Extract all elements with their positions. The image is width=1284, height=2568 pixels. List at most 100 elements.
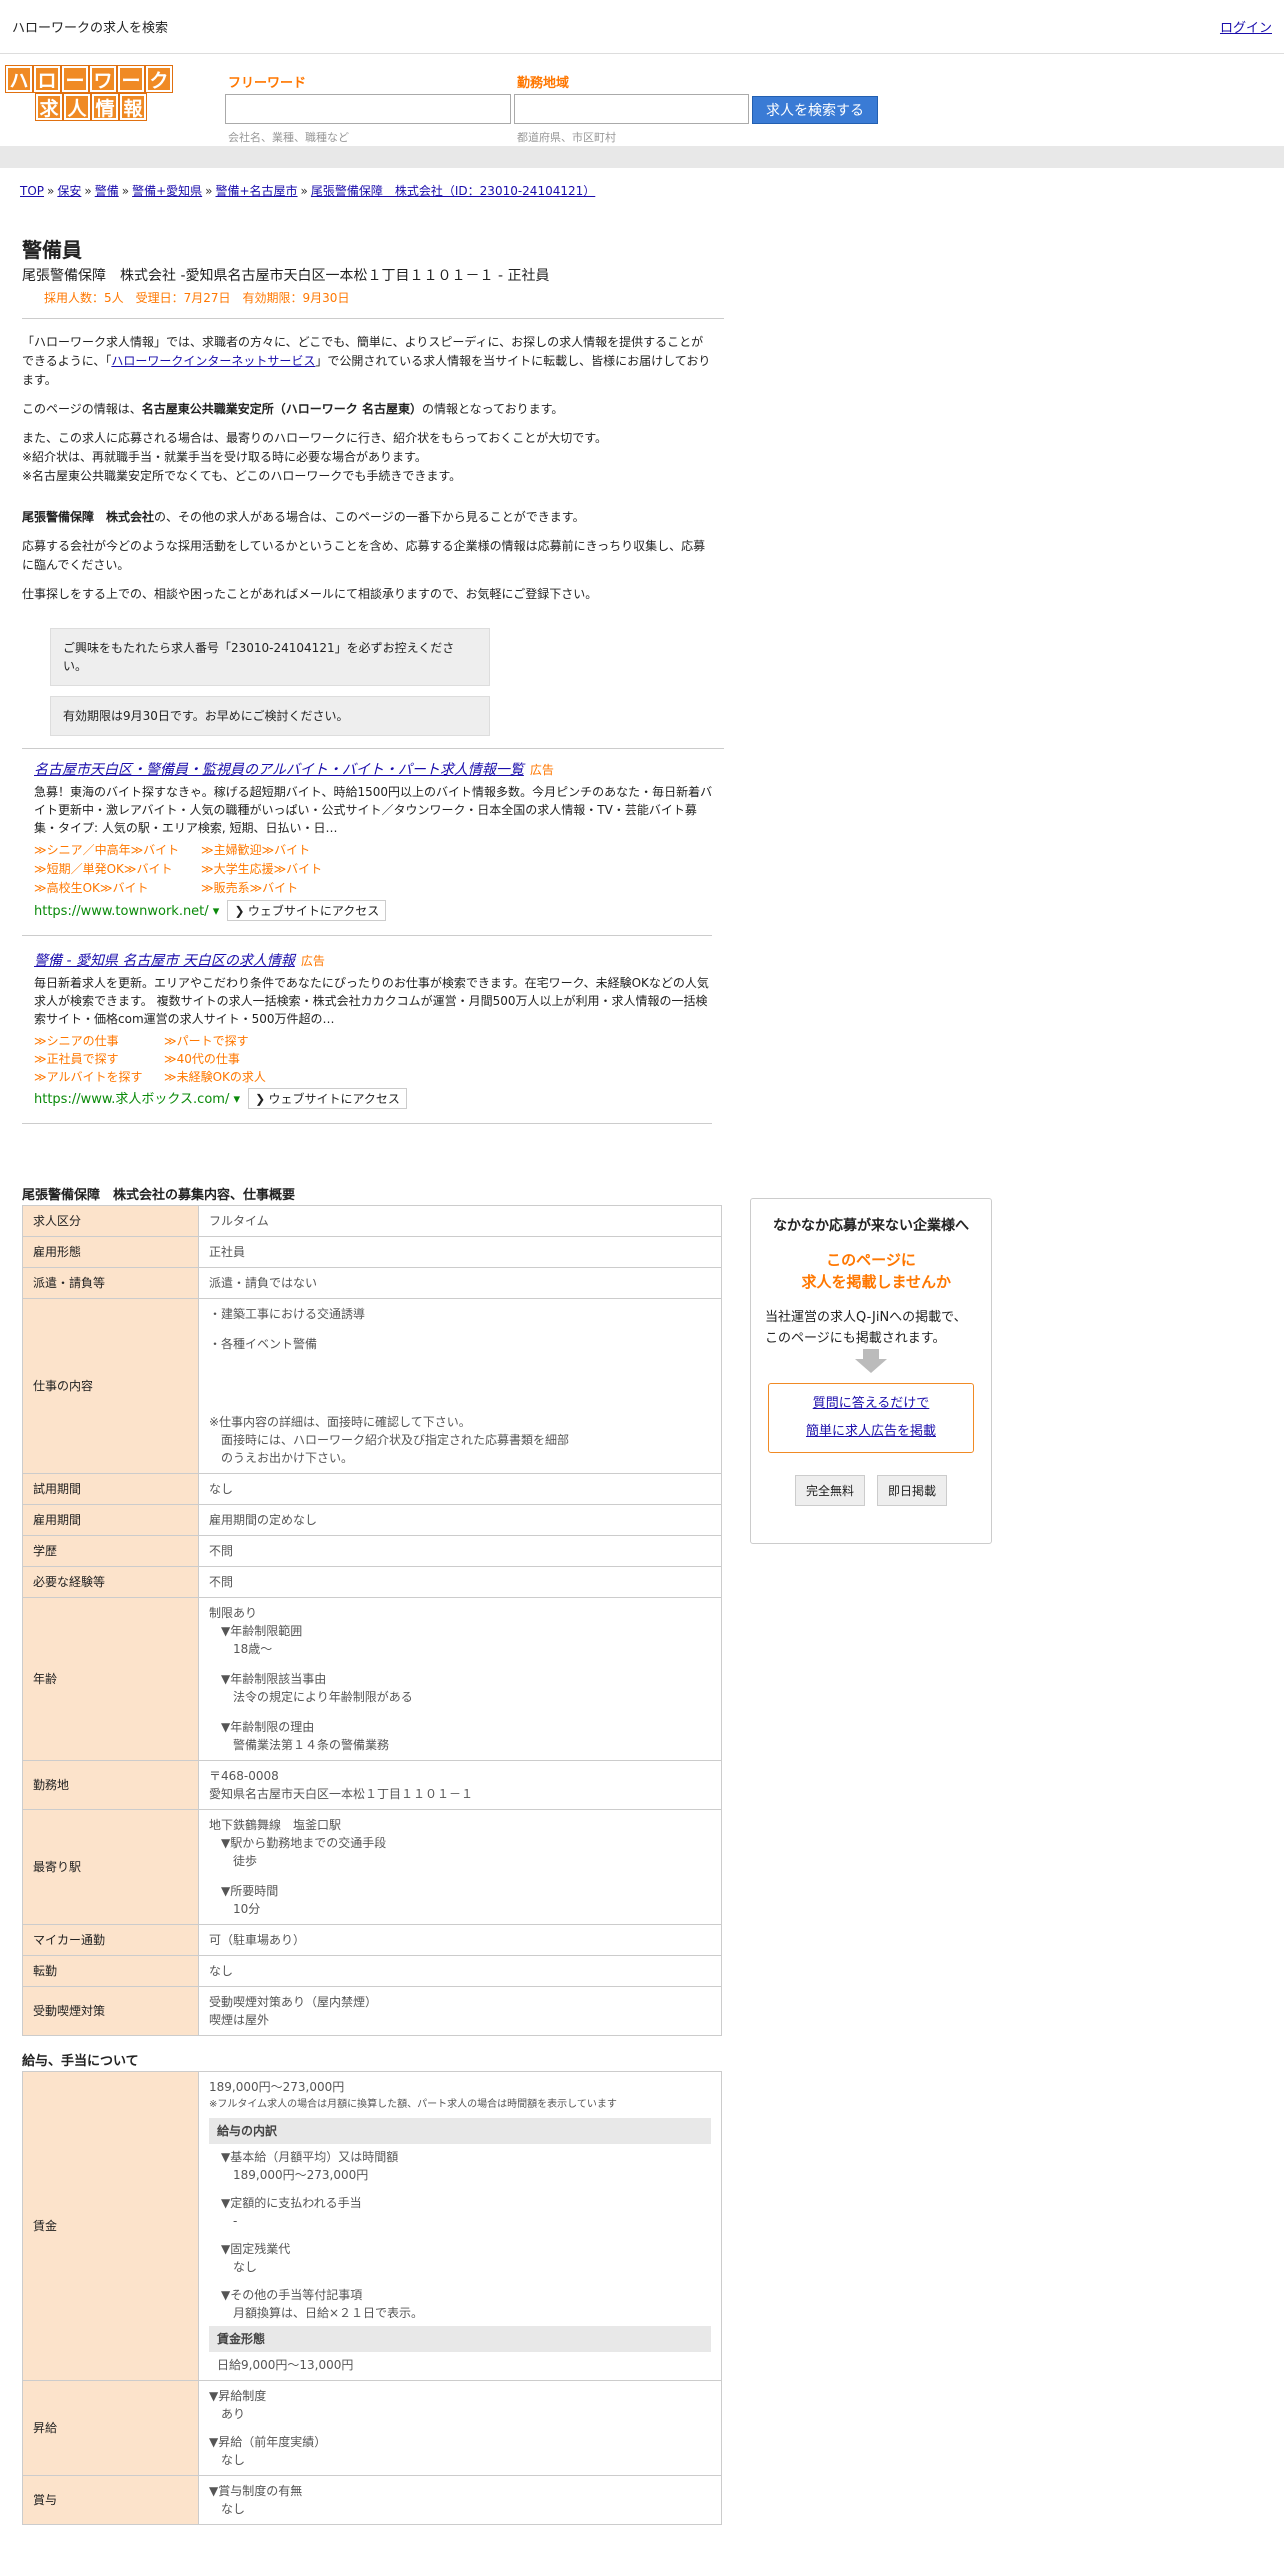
ad-sitelink[interactable]: ≫主婦歓迎≫バイト bbox=[201, 841, 368, 860]
value-line: ▼固定残業代 bbox=[221, 2242, 291, 2256]
wage-table: 賃金 189,000円〜273,000円 ※フルタイム求人の場合は月額に換算した… bbox=[22, 2071, 722, 2525]
table-row: 転勤 なし bbox=[22, 1955, 722, 1987]
visit-website-button[interactable]: ❯ ウェブサイトにアクセス bbox=[227, 900, 387, 921]
value-line: なし bbox=[209, 2502, 246, 2516]
logo-char: 情 bbox=[91, 93, 119, 121]
freeword-input[interactable] bbox=[225, 94, 511, 124]
ad-sitelink[interactable]: ≫シニアの仕事 bbox=[34, 1032, 164, 1050]
promo-title: なかなか応募が来ない企業様へ bbox=[773, 1218, 969, 1234]
row-value-line: 法令の規定により年齢制限がある bbox=[209, 1690, 413, 1704]
ad-badge: 広告 bbox=[300, 954, 325, 968]
intro-para-5: 応募する会社が今どのような採用活動をしているかということを含め、応募する企業様の… bbox=[22, 539, 706, 572]
row-value: 正社員 bbox=[198, 1236, 722, 1268]
area-label: 勤務地域 bbox=[517, 76, 570, 91]
breadcrumb-link[interactable]: 保安 bbox=[57, 184, 81, 198]
breadcrumb-link[interactable]: TOP bbox=[20, 184, 44, 198]
row-value-line: 警備業法第１４条の警備業務 bbox=[209, 1738, 390, 1752]
header: ハローワーク 求人情報 フリーワード 会社名、業種、職種など 勤務地域 都道府県… bbox=[0, 54, 1284, 146]
wage-breakdown-title: 給与の内訳 bbox=[209, 2118, 711, 2144]
row-value: フルタイム bbox=[198, 1205, 722, 1237]
ad-sitelink[interactable]: ≫正社員で探す bbox=[34, 1050, 164, 1068]
row-key: 勤務地 bbox=[22, 1760, 199, 1810]
hellowork-link[interactable]: ハローワークインターネットサービス bbox=[111, 354, 315, 368]
section-title-wage: 給与、手当について bbox=[22, 2054, 139, 2069]
row-value-line: ・各種イベント警備 bbox=[209, 1337, 318, 1351]
row-value-line bbox=[209, 1389, 711, 1401]
row-key: 雇用期間 bbox=[22, 1504, 199, 1536]
visit-website-button[interactable]: ❯ ウェブサイトにアクセス bbox=[248, 1088, 407, 1109]
logo-char: 報 bbox=[119, 93, 147, 121]
logo-char: ハ bbox=[5, 65, 33, 93]
row-key: 仕事の内容 bbox=[22, 1298, 199, 1474]
ad-sitelink[interactable]: ≫販売系≫バイト bbox=[201, 879, 368, 898]
breadcrumb-link[interactable]: 警備+名古屋市 bbox=[215, 184, 297, 198]
row-value-line: なし bbox=[209, 1482, 234, 1496]
site-logo[interactable]: ハローワーク 求人情報 bbox=[5, 65, 173, 122]
row-value-line: 制限あり bbox=[209, 1606, 258, 1620]
section-title-recruitment: 尾張警備保障 株式会社の募集内容、仕事概要 bbox=[22, 1188, 296, 1203]
row-value-line: 18歳〜 bbox=[209, 1642, 273, 1656]
table-row: 雇用期間 雇用期間の定めなし bbox=[22, 1504, 722, 1536]
row-key: 必要な経験等 bbox=[22, 1566, 199, 1598]
ad-sitelink[interactable]: ≫パートで探す bbox=[164, 1032, 331, 1050]
ad-sitelink[interactable]: ≫大学生応援≫バイト bbox=[201, 860, 368, 879]
table-row: 試用期間 なし bbox=[22, 1473, 722, 1505]
row-value-line bbox=[209, 1353, 711, 1365]
ad-sitelink[interactable]: ≫高校生OK≫バイト bbox=[34, 879, 201, 898]
row-value-line: ▼年齢制限範囲 bbox=[209, 1624, 303, 1638]
ad-sitelink[interactable]: ≫短期／単発OK≫バイト bbox=[34, 860, 201, 879]
intro-para-1: 「ハローワーク求人情報」では、求職者の方々に、どこでも、簡単に、よりスピーディに… bbox=[22, 335, 711, 387]
row-key: マイカー通勤 bbox=[22, 1924, 199, 1956]
breadcrumb-link[interactable]: 警備+愛知県 bbox=[132, 184, 202, 198]
breadcrumb-link[interactable]: 尾張警備保障 株式会社（ID：23010-24104121） bbox=[311, 184, 595, 198]
ad-description: 急募！東海のバイト探すなきゃ。稼げる超短期バイト、時給1500円以上のバイト情報… bbox=[34, 785, 713, 835]
table-row: 雇用形態 正社員 bbox=[22, 1236, 722, 1268]
value-line: なし bbox=[209, 2453, 246, 2467]
ad-title-2[interactable]: 警備 - 愛知県 名古屋市 天白区の求人情報 bbox=[34, 953, 295, 969]
same-day-button[interactable]: 即日掲載 bbox=[877, 1475, 948, 1506]
login-link[interactable]: ログイン bbox=[1220, 17, 1272, 36]
ad-sitelink[interactable]: ≫40代の仕事 bbox=[164, 1050, 331, 1068]
logo-char: ワ bbox=[89, 65, 117, 93]
row-value-line: 可（駐車場あり） bbox=[209, 1933, 306, 1947]
value-line: - bbox=[221, 2214, 238, 2228]
logo-char: ー bbox=[61, 65, 89, 93]
free-button[interactable]: 完全無料 bbox=[794, 1475, 865, 1506]
row-value-line: ▼駅から勤務地までの交通手段 bbox=[209, 1836, 387, 1850]
expiry-note: 有効期限は9月30日です。お早めにご検討ください。 bbox=[50, 696, 490, 736]
row-value: 地下鉄鶴舞線 塩釜口駅 ▼駅から勤務地までの交通手段 徒歩 ▼所要時間 10分 bbox=[198, 1809, 722, 1925]
ad-sitelink[interactable]: ≫アルバイトを探す bbox=[34, 1068, 164, 1086]
company-line: 尾張警備保障 株式会社 -愛知県名古屋市天白区一本松１丁目１１０１－１ - 正社… bbox=[22, 268, 550, 284]
breadcrumb-link[interactable]: 警備 bbox=[95, 184, 119, 198]
table-row: 昇給 ▼昇給制度 あり ▼昇給（前年度実績） なし bbox=[22, 2380, 722, 2476]
ad-block-1: 名古屋市天白区・警備員・監視員のアルバイト・バイト・パート求人情報一覧 広告 急募… bbox=[34, 759, 714, 921]
promo-headline: このページに 求人を掲載しませんか bbox=[801, 1251, 951, 1291]
intro-para-4: 尾張警備保障 株式会社の、その他の求人がある場合は、このページの一番下から見るこ… bbox=[22, 510, 585, 524]
top-bar: ハローワークの求人を検索 ログイン bbox=[0, 0, 1284, 54]
breadcrumb-separator: » bbox=[300, 184, 308, 198]
promo-link-2[interactable]: 簡単に求人広告を掲載 bbox=[806, 1424, 936, 1439]
search-button[interactable]: 求人を検索する bbox=[752, 96, 878, 124]
row-value: ・建築工事における交通誘導 ・各種イベント警備 ※仕事内容の詳細は、面接時に確認して… bbox=[198, 1298, 722, 1474]
row-value: ▼賞与制度の有無 なし bbox=[198, 2475, 722, 2525]
value-line: ▼昇給（前年度実績） bbox=[209, 2435, 327, 2449]
promo-link-1[interactable]: 質問に答えるだけで bbox=[813, 1396, 930, 1411]
value-line: ▼賞与制度の有無 bbox=[209, 2484, 303, 2498]
row-value: ▼昇給制度 あり ▼昇給（前年度実績） なし bbox=[198, 2380, 722, 2476]
row-key: 受動喫煙対策 bbox=[22, 1986, 199, 2036]
area-input[interactable] bbox=[514, 94, 749, 124]
ad-sitelinks: ≫シニア／中高年≫バイト ≫主婦歓迎≫バイト ≫短期／単発OK≫バイト ≫大学生応援… bbox=[34, 841, 714, 898]
row-value: 派遣・請負ではない bbox=[198, 1267, 722, 1299]
row-value-line: なし bbox=[209, 1964, 234, 1978]
row-key: 雇用形態 bbox=[22, 1236, 199, 1268]
ad-sitelink[interactable]: ≫シニア／中高年≫バイト bbox=[34, 841, 201, 860]
row-value: なし bbox=[198, 1955, 722, 1987]
ad-sitelink[interactable]: ≫未経験OKの求人 bbox=[164, 1068, 331, 1086]
value-line bbox=[221, 2184, 711, 2194]
ad-title-1[interactable]: 名古屋市天白区・警備員・監視員のアルバイト・バイト・パート求人情報一覧 bbox=[34, 762, 524, 778]
row-value-line: 雇用期間の定めなし bbox=[209, 1513, 318, 1527]
row-value-line bbox=[209, 1323, 711, 1335]
row-value-line: のうえお出かけ下さい。 bbox=[209, 1451, 354, 1465]
intro-para-2: このページの情報は、名古屋東公共職業安定所（ハローワーク 名古屋東）の情報となっ… bbox=[22, 402, 564, 416]
table-row: 受動喫煙対策 受動喫煙対策あり（屋内禁煙） 喫煙は屋外 bbox=[22, 1986, 722, 2036]
